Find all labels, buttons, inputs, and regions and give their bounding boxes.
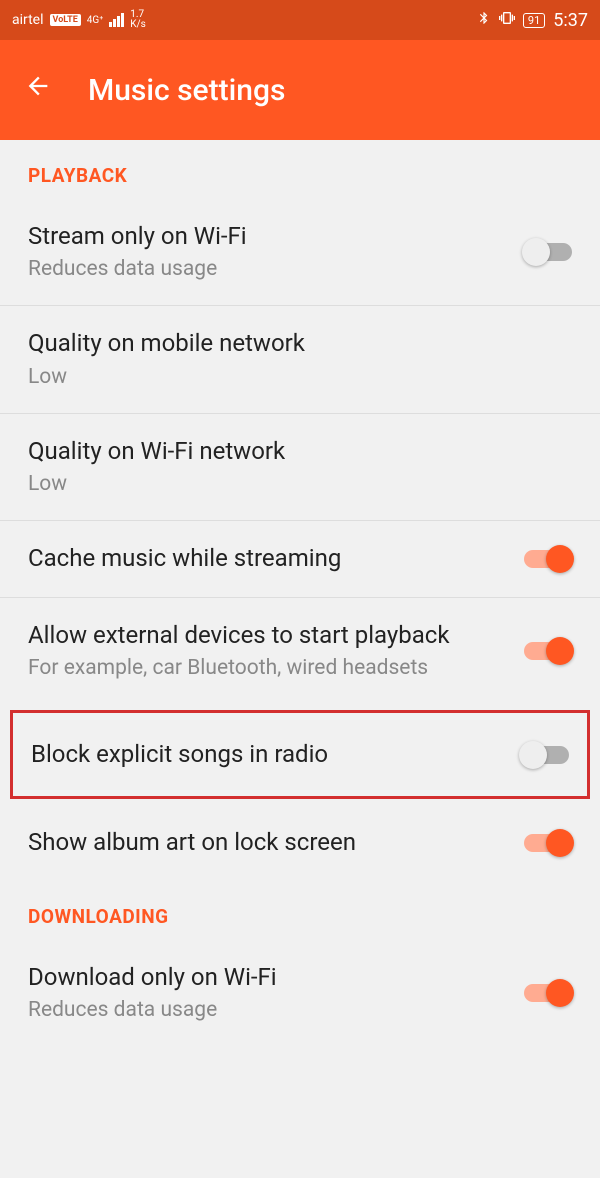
toggle-cache[interactable] xyxy=(524,550,572,568)
row-album-art[interactable]: Show album art on lock screen xyxy=(0,805,600,880)
row-subtitle: For example, car Bluetooth, wired headse… xyxy=(28,655,508,682)
row-title: Quality on Wi-Fi network xyxy=(28,436,556,467)
row-download-wifi[interactable]: Download only on Wi-Fi Reduces data usag… xyxy=(0,940,600,1046)
signal-icon xyxy=(109,13,124,27)
back-icon[interactable] xyxy=(24,72,52,108)
network-type: 4G⁺ xyxy=(87,15,103,26)
clock: 5:37 xyxy=(553,10,588,31)
row-title: Stream only on Wi-Fi xyxy=(28,221,508,252)
volte-badge: VoLTE xyxy=(50,14,81,26)
section-downloading: DOWNLOADING xyxy=(0,881,600,940)
toggle-external[interactable] xyxy=(524,642,572,660)
row-title: Quality on mobile network xyxy=(28,328,556,359)
network-speed: 1.7 K/s xyxy=(130,10,146,30)
row-quality-mobile[interactable]: Quality on mobile network Low xyxy=(0,306,600,413)
row-title: Allow external devices to start playback xyxy=(28,620,508,651)
highlight-block-explicit: Block explicit songs in radio xyxy=(10,710,590,799)
row-stream-wifi[interactable]: Stream only on Wi-Fi Reduces data usage xyxy=(0,199,600,306)
row-title: Show album art on lock screen xyxy=(28,827,508,858)
row-block-explicit[interactable]: Block explicit songs in radio xyxy=(13,713,587,796)
vibrate-icon xyxy=(499,10,515,30)
row-subtitle: Reduces data usage xyxy=(28,256,508,283)
row-subtitle: Low xyxy=(28,364,556,391)
row-title: Block explicit songs in radio xyxy=(31,739,505,770)
status-bar: airtel VoLTE 4G⁺ 1.7 K/s 91 5:37 xyxy=(0,0,600,40)
toggle-stream-wifi[interactable] xyxy=(524,243,572,261)
page-title: Music settings xyxy=(88,73,285,108)
row-quality-wifi[interactable]: Quality on Wi-Fi network Low xyxy=(0,414,600,521)
toggle-download-wifi[interactable] xyxy=(524,984,572,1002)
row-title: Download only on Wi-Fi xyxy=(28,962,508,993)
section-playback: PLAYBACK xyxy=(0,140,600,199)
toggle-block-explicit[interactable] xyxy=(521,746,569,764)
row-cache[interactable]: Cache music while streaming xyxy=(0,521,600,597)
toggle-album-art[interactable] xyxy=(524,834,572,852)
bluetooth-icon xyxy=(477,11,491,29)
carrier-label: airtel xyxy=(12,12,44,28)
row-external[interactable]: Allow external devices to start playback… xyxy=(0,598,600,704)
row-title: Cache music while streaming xyxy=(28,543,508,574)
row-subtitle: Reduces data usage xyxy=(28,997,508,1024)
battery-icon: 91 xyxy=(523,13,545,28)
settings-content: PLAYBACK Stream only on Wi-Fi Reduces da… xyxy=(0,140,600,1046)
app-bar: Music settings xyxy=(0,40,600,140)
row-subtitle: Low xyxy=(28,471,556,498)
